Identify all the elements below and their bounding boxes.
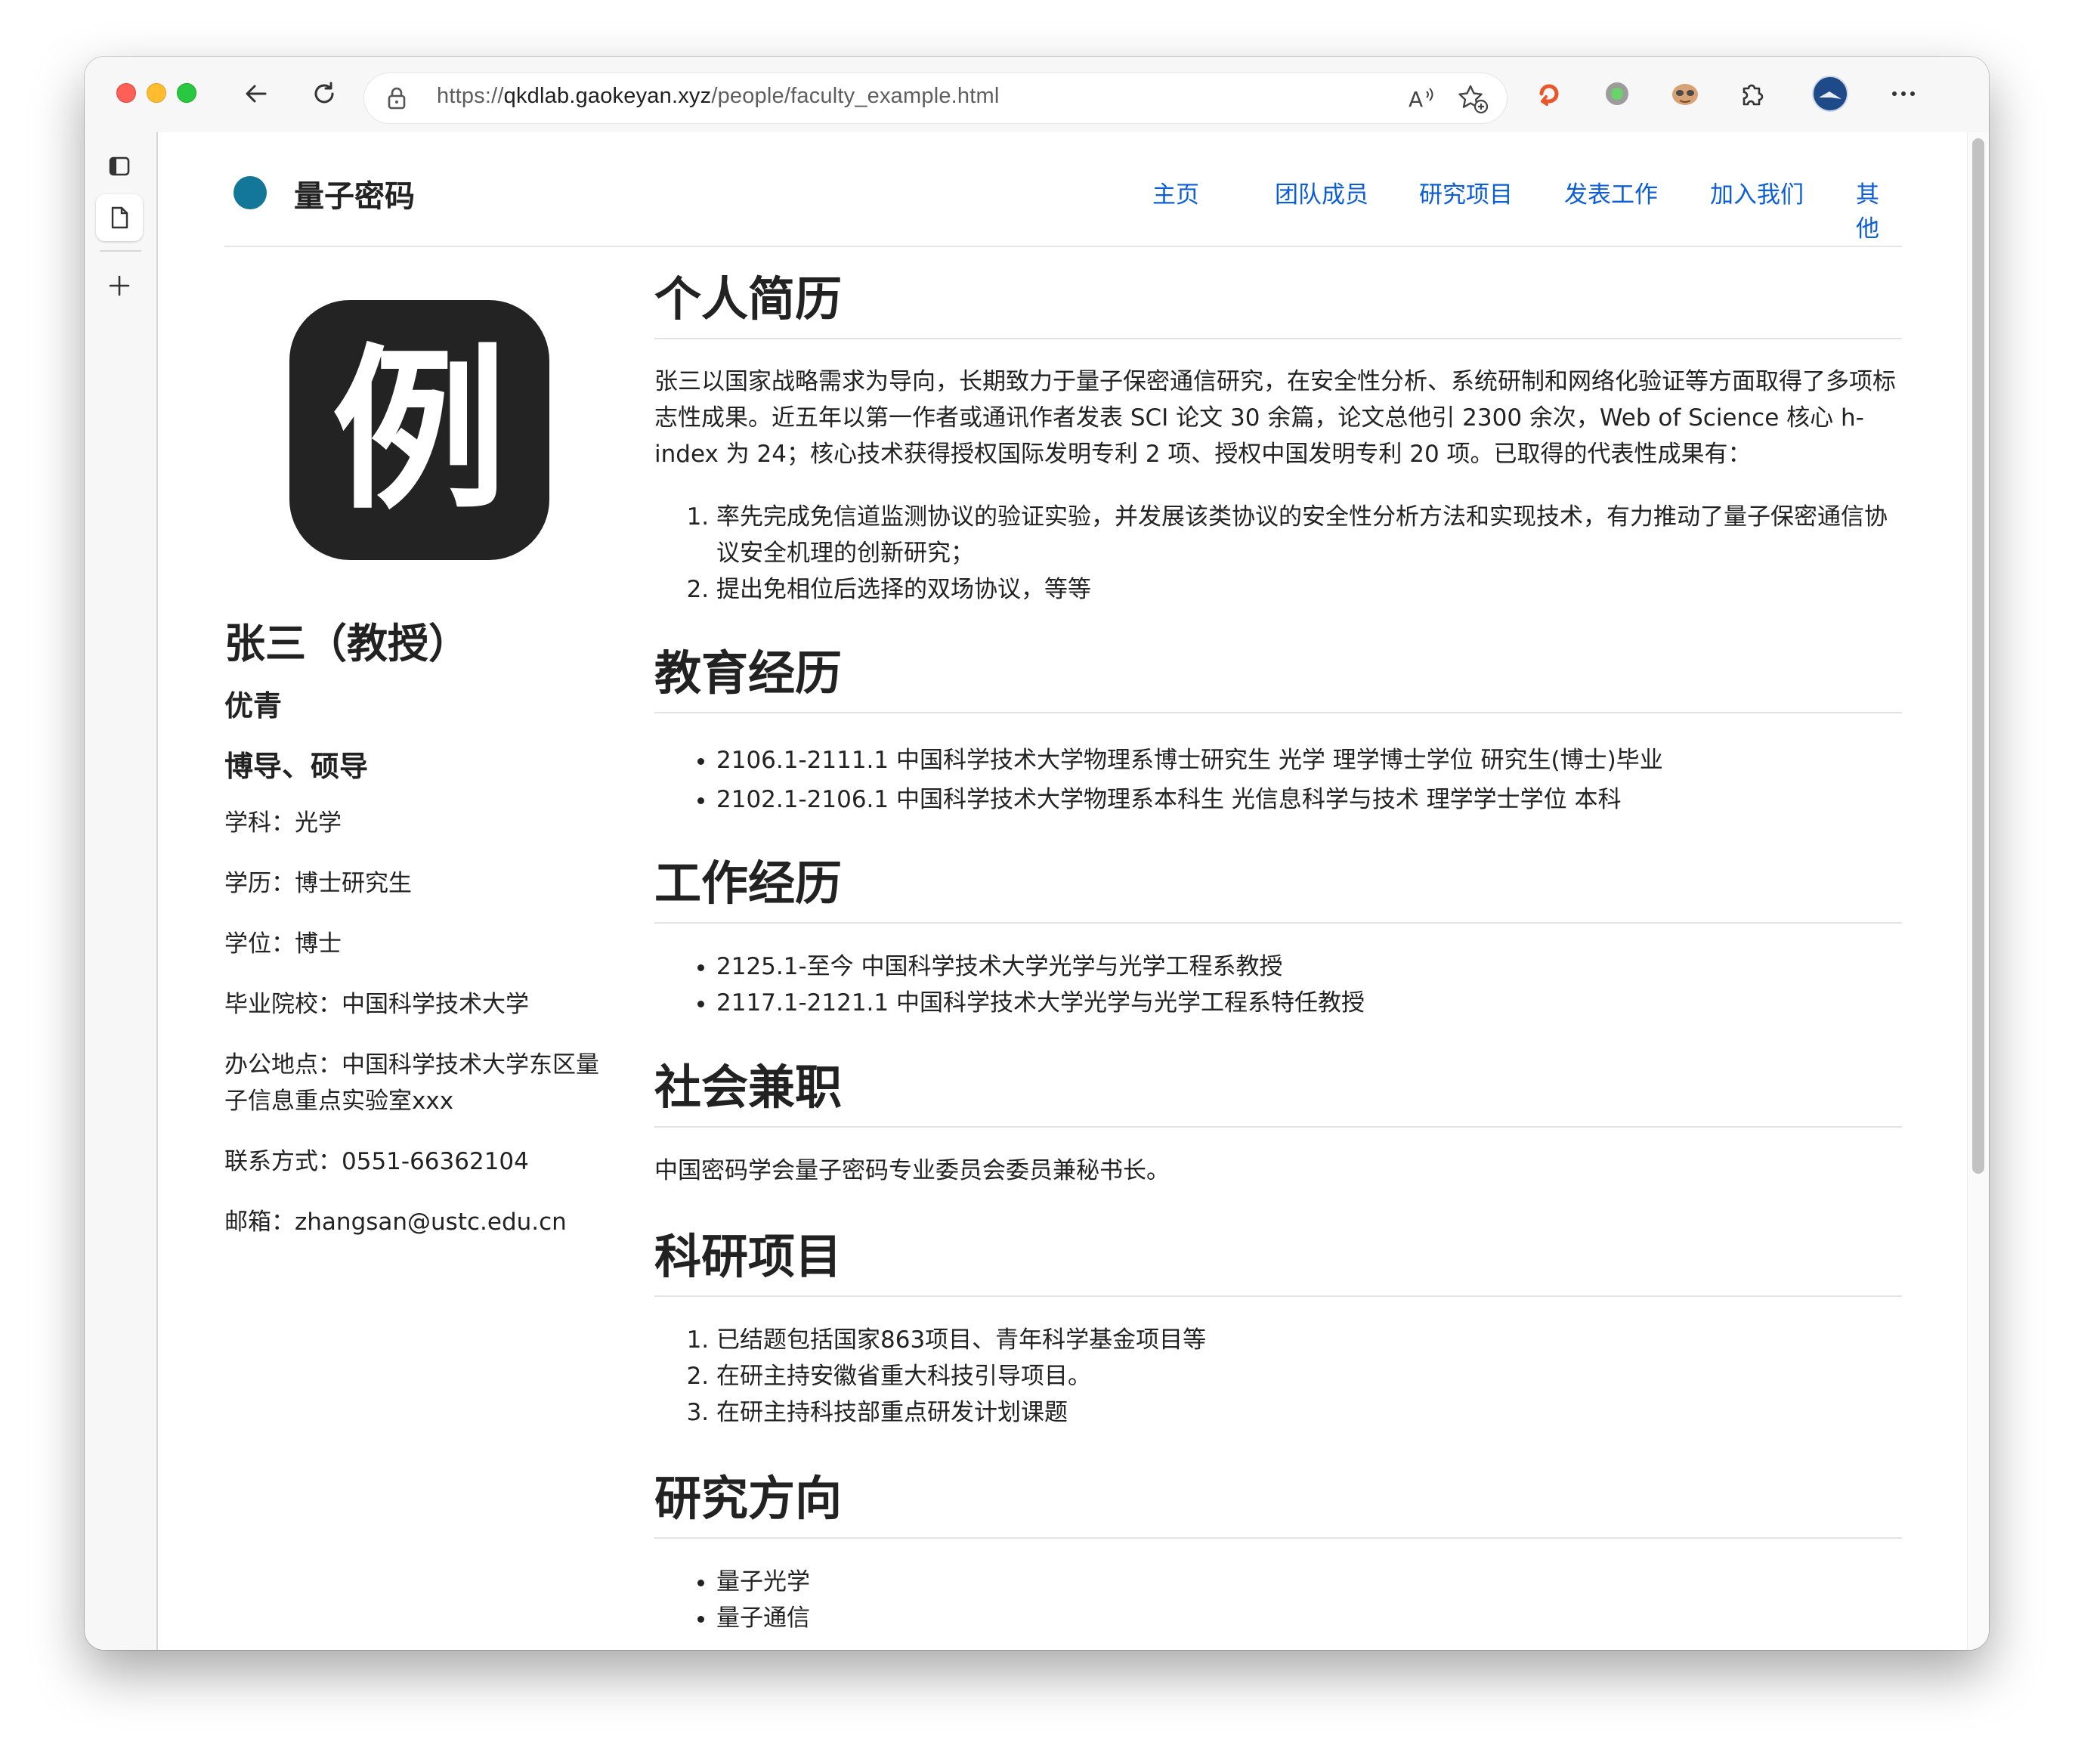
new-tab-plus-icon[interactable] [96, 262, 143, 309]
list-item: 提出免相位后选择的双场协议，等等 [716, 571, 1902, 608]
extension-green-dot-icon[interactable] [1598, 75, 1636, 113]
education-list: 2106.1-2111.1 中国科学技术大学物理系博士研究生 光学 理学博士学位… [654, 741, 1902, 819]
profile-honor: 优青 [224, 689, 283, 723]
bio-achievement-list: 率先完成免信道监测协议的验证实验，并发展该类协议的安全性分析方法和实现技术，有力… [654, 499, 1902, 608]
profile-school: 毕业院校：中国科学技术大学 [224, 991, 529, 1018]
browser-sidebar [85, 132, 158, 1650]
reload-icon[interactable] [305, 75, 343, 113]
extension-orange-icon[interactable] [1531, 75, 1569, 113]
research-heading: 研究方向 [654, 1471, 843, 1526]
social-divider [654, 1126, 1902, 1128]
lock-icon[interactable] [385, 85, 408, 114]
nav-publications[interactable]: 发表工作 [1564, 175, 1658, 209]
sidebar-divider [100, 250, 141, 252]
bio-heading: 个人简历 [654, 271, 843, 326]
list-item: 率先完成免信道监测协议的验证实验，并发展该类协议的安全性分析方法和实现技术，有力… [716, 499, 1902, 571]
list-item: 2106.1-2111.1 中国科学技术大学物理系博士研究生 光学 理学博士学位… [716, 741, 1902, 780]
education-divider [654, 712, 1902, 713]
address-bar[interactable]: https://qkdlab.gaokeyan.xyz/people/facul… [364, 73, 1507, 123]
profile-office: 办公地点：中国科学技术大学东区量子信息重点实验室xxx [224, 1051, 599, 1115]
research-list: 量子光学 量子通信 [654, 1564, 1902, 1636]
maximize-window-button[interactable] [177, 83, 196, 103]
social-text: 中国密码学会量子密码专业委员会委员兼秘书长。 [654, 1157, 1170, 1184]
browser-titlebar: https://qkdlab.gaokeyan.xyz/people/facul… [85, 57, 1989, 132]
work-heading: 工作经历 [654, 856, 843, 911]
add-favorite-icon[interactable] [1457, 84, 1489, 117]
research-divider [654, 1537, 1902, 1539]
profile-discipline: 学科：光学 [224, 809, 342, 837]
profile-phone: 联系方式：0551-66362104 [224, 1148, 529, 1175]
list-item: 已结题包括国家863项目、青年科学基金项目等 [716, 1322, 1902, 1358]
back-arrow-icon[interactable] [237, 75, 275, 113]
nav-other[interactable]: 其他 [1856, 175, 1902, 243]
browser-window: https://qkdlab.gaokeyan.xyz/people/facul… [85, 57, 1989, 1650]
extensions-puzzle-icon[interactable] [1733, 75, 1771, 113]
brand-logo-dot[interactable] [233, 176, 267, 209]
projects-heading: 科研项目 [654, 1229, 843, 1284]
profile-email: 邮箱：zhangsan@ustc.edu.cn [224, 1208, 567, 1236]
svg-text:A: A [1409, 87, 1423, 112]
tab-page-icon[interactable] [96, 194, 143, 241]
list-item: 2125.1-至今 中国科学技术大学光学与光学工程系教授 [716, 949, 1902, 985]
education-heading: 教育经历 [654, 645, 843, 701]
nav-team[interactable]: 团队成员 [1275, 175, 1368, 209]
profile-supervisor: 博导、硕导 [224, 750, 369, 783]
bio-text: 张三以国家战略需求为导向，长期致力于量子保密通信研究，在安全性分析、系统研制和网… [654, 368, 1896, 468]
list-item: 量子通信 [716, 1600, 1902, 1636]
url-text[interactable]: https://qkdlab.gaokeyan.xyz/people/facul… [437, 84, 1000, 109]
profile-education: 学历：博士研究生 [224, 870, 412, 897]
read-aloud-icon[interactable]: A [1407, 84, 1437, 116]
scrollbar-thumb[interactable] [1972, 138, 1984, 1174]
scrollbar-track[interactable] [1967, 132, 1989, 1650]
brand-title[interactable]: 量子密码 [294, 172, 415, 215]
extension-mask-icon[interactable] [1666, 75, 1704, 113]
projects-list: 已结题包括国家863项目、青年科学基金项目等 在研主持安徽省重大科技引导项目。 … [654, 1322, 1902, 1431]
work-list: 2125.1-至今 中国科学技术大学光学与光学工程系教授 2117.1-2121… [654, 949, 1902, 1021]
projects-divider [654, 1295, 1902, 1297]
more-menu-icon[interactable] [1885, 75, 1922, 113]
work-divider [654, 922, 1902, 924]
profile-avatar-image: 例 [289, 300, 549, 560]
nav-home[interactable]: 主页 [1152, 175, 1199, 209]
profile-avatar[interactable] [1811, 75, 1849, 113]
nav-projects[interactable]: 研究项目 [1419, 175, 1513, 209]
bio-divider [654, 338, 1902, 339]
list-item: 量子光学 [716, 1564, 1902, 1600]
social-heading: 社会兼职 [654, 1060, 843, 1115]
profile-name: 张三（教授） [224, 620, 469, 667]
list-item: 在研主持科技部重点研发计划课题 [716, 1394, 1902, 1431]
page-content: 量子密码 主页 团队成员 研究项目 发表工作 加入我们 其他 例 张三（教授） … [158, 132, 1989, 1650]
list-item: 在研主持安徽省重大科技引导项目。 [716, 1358, 1902, 1394]
minimize-window-button[interactable] [147, 83, 166, 103]
nav-join[interactable]: 加入我们 [1710, 175, 1804, 209]
tab-actions-icon[interactable] [96, 143, 143, 190]
list-item: 2102.1-2106.1 中国科学技术大学物理系本科生 光信息科学与技术 理学… [716, 780, 1902, 819]
profile-degree: 学位：博士 [224, 930, 342, 958]
list-item: 2117.1-2121.1 中国科学技术大学光学与光学工程系特任教授 [716, 985, 1902, 1021]
close-window-button[interactable] [116, 83, 136, 103]
site-navbar: 量子密码 主页 团队成员 研究项目 发表工作 加入我们 其他 [224, 132, 1902, 247]
